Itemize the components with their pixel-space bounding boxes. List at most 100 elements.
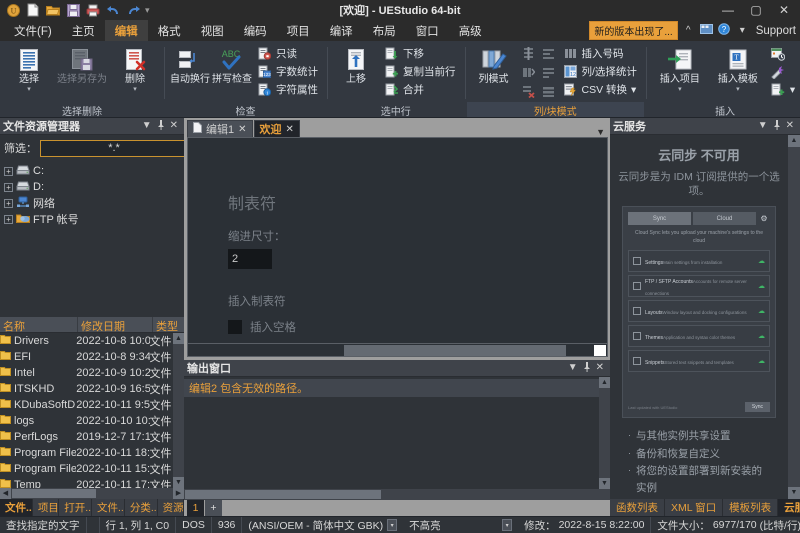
scroll-right-arrow-icon[interactable]: ▶ [173, 488, 184, 499]
insert-item-dropdown-caret[interactable]: ▾ [678, 87, 682, 93]
ribbon-button-insert-file[interactable]: ▾ [768, 81, 798, 98]
new-version-notification[interactable]: 新的版本出现了... [589, 21, 677, 40]
csv-convert-dropdown-caret[interactable]: ▾ [631, 84, 636, 96]
file-list-horizontal-scrollbar[interactable]: ◀ ▶ [0, 488, 184, 499]
status-cursor-position[interactable]: 行 1, 列 1, C0 [100, 517, 177, 533]
scroll-up-arrow-icon[interactable]: ▲ [788, 135, 800, 147]
ribbon-button-read-only[interactable]: 只读 [254, 45, 321, 62]
ribbon-button-insert-item[interactable]: 插入项目 ▾ [652, 44, 708, 93]
print-icon[interactable] [84, 2, 102, 18]
cloud-pin-icon[interactable] [773, 120, 781, 133]
redo-icon[interactable] [124, 2, 142, 18]
expander-icon[interactable]: + [4, 215, 13, 224]
tree-node-d-drive[interactable]: + D: [4, 179, 184, 195]
table-row[interactable]: Intel2022-10-9 10:2...文件 [0, 365, 173, 381]
ribbon-button-column-mode[interactable]: 列模式 [471, 44, 517, 86]
ribbon-button-delete[interactable]: 删除 ▾ [112, 44, 158, 93]
ribbon-button-save-selection-as[interactable]: 选择另存为 [54, 44, 110, 86]
editor-tab-edit1[interactable]: 编辑1 ✕ [187, 120, 253, 137]
maximize-button[interactable]: ▢ [742, 0, 770, 20]
scroll-down-arrow-icon[interactable]: ▼ [788, 487, 800, 499]
cloud-menu-caret[interactable]: ▼ [758, 121, 768, 131]
editor-hscroll-thumb[interactable] [344, 345, 566, 356]
table-row[interactable]: KDubaSoftD...2022-10-11 9:5...文件 [0, 397, 173, 413]
select-dropdown-caret[interactable]: ▾ [27, 87, 31, 93]
file-explorer-menu-caret[interactable]: ▼ [142, 121, 152, 131]
ribbon-button-merge[interactable]: 合并 [381, 81, 459, 98]
table-row[interactable]: EFI2022-10-8 9:34:...文件 [0, 349, 173, 365]
ribbon-button-spell-check[interactable]: ABC 拼写检查 [212, 44, 252, 86]
scroll-left-arrow-icon[interactable]: ◀ [0, 488, 11, 499]
column-fill-icon[interactable] [539, 82, 558, 100]
help-dropdown-caret[interactable]: ▾ [735, 25, 750, 36]
menu-compile[interactable]: 编译 [320, 20, 363, 41]
left-tab-file-views[interactable]: 文件... [92, 499, 125, 516]
ribbon-button-insert-number[interactable]: 插入号码 [560, 45, 640, 62]
column-header-date[interactable]: 修改日期 [78, 317, 153, 332]
status-highlight[interactable]: 不高亮 ▾ [403, 517, 518, 533]
undo-icon[interactable] [104, 2, 122, 18]
menu-file[interactable]: 文件(F) [4, 20, 62, 41]
ribbon-button-move-down[interactable]: 下移 [381, 45, 459, 62]
delete-dropdown-caret[interactable]: ▾ [133, 87, 137, 93]
output-close-icon[interactable]: ✕ [596, 363, 604, 373]
output-menu-caret[interactable]: ▼ [568, 363, 578, 373]
menu-layout[interactable]: 布局 [363, 20, 406, 41]
ribbon-button-csv-convert[interactable]: CSV 转换 ▾ [560, 81, 640, 98]
column-header-name[interactable]: 名称 [0, 317, 78, 332]
status-codepage[interactable]: 936 [212, 517, 243, 533]
expander-icon[interactable]: + [4, 199, 13, 208]
new-file-icon[interactable] [24, 2, 42, 18]
output-vertical-scrollbar[interactable]: ▲ ▼ [599, 377, 610, 489]
ribbon-button-duplicate-line[interactable]: 复制当前行 [381, 63, 459, 80]
tree-node-ftp-accounts[interactable]: + FTP 帐号 [4, 211, 184, 227]
indent-size-input[interactable] [228, 249, 272, 269]
scroll-down-arrow-icon[interactable]: ▼ [173, 477, 184, 488]
insert-space-checkbox[interactable] [228, 320, 242, 334]
table-row[interactable]: logs2022-10-10 10:...文件 [0, 413, 173, 429]
table-row[interactable]: ITSKHD2022-10-9 16:5...文件 [0, 381, 173, 397]
column-sum-icon[interactable] [519, 63, 538, 81]
scroll-down-arrow-icon[interactable]: ▼ [599, 478, 610, 489]
encoding-dropdown-caret[interactable]: ▾ [387, 519, 397, 531]
save-icon[interactable] [64, 2, 82, 18]
scroll-up-arrow-icon[interactable]: ▲ [173, 333, 184, 344]
right-tab-xml-window[interactable]: XML 窗口 [665, 499, 723, 516]
table-row[interactable]: Temp2022-10-11 17:...文件 [0, 477, 173, 488]
menu-format[interactable]: 格式 [148, 20, 191, 41]
column-delete-icon[interactable] [519, 82, 538, 100]
scroll-up-arrow-icon[interactable]: ▲ [599, 377, 610, 388]
right-tab-cloud-services[interactable]: 云服务 [778, 499, 800, 516]
ribbon-display-icon[interactable] [699, 24, 714, 37]
tree-node-network[interactable]: + 网络 [4, 195, 184, 211]
cloud-close-icon[interactable]: ✕ [786, 121, 794, 131]
insert-file-dropdown-caret[interactable]: ▾ [790, 84, 795, 96]
column-align-icon[interactable] [539, 44, 558, 62]
left-tab-files[interactable]: 文件... [0, 499, 33, 516]
file-explorer-close-icon[interactable]: ✕ [170, 121, 178, 131]
tree-node-c-drive[interactable]: + C: [4, 163, 184, 179]
expander-icon[interactable]: + [4, 183, 13, 192]
table-row[interactable]: Program Files2022-10-11 18:...文件 [0, 445, 173, 461]
ribbon-button-move-up[interactable]: 上移 [333, 44, 379, 86]
left-tab-categories[interactable]: 分类... [125, 499, 158, 516]
left-tab-resources[interactable]: 资源 [158, 499, 184, 516]
output-lines[interactable]: 编辑2 包含无效的路径。 [184, 377, 599, 489]
menu-window[interactable]: 窗口 [406, 20, 449, 41]
menu-view[interactable]: 视图 [191, 20, 234, 41]
menu-edit[interactable]: 编辑 [105, 20, 148, 41]
status-line-ending[interactable]: DOS [176, 517, 212, 533]
table-row[interactable]: PerfLogs2019-12-7 17:1...文件 [0, 429, 173, 445]
right-tab-function-list[interactable]: 函数列表 [610, 499, 665, 516]
ribbon-button-word-count[interactable]: 123 字数统计 [254, 63, 321, 80]
menu-encoding[interactable]: 编码 [234, 20, 277, 41]
editor-tab-list-caret[interactable]: ▼ [596, 127, 610, 137]
file-explorer-pin-icon[interactable] [157, 120, 165, 133]
output-horizontal-scrollbar[interactable] [184, 489, 610, 500]
ribbon-button-column-stats[interactable]: 12 列/选择统计 [560, 63, 640, 80]
right-tab-template-list[interactable]: 模板列表 [723, 499, 778, 516]
editor-resize-grip[interactable] [594, 345, 606, 356]
column-insert-icon[interactable] [519, 44, 538, 62]
table-row[interactable]: Drivers2022-10-8 10:0...文件 [0, 333, 173, 349]
cloud-vertical-scrollbar[interactable]: ▲ ▼ [788, 135, 800, 499]
